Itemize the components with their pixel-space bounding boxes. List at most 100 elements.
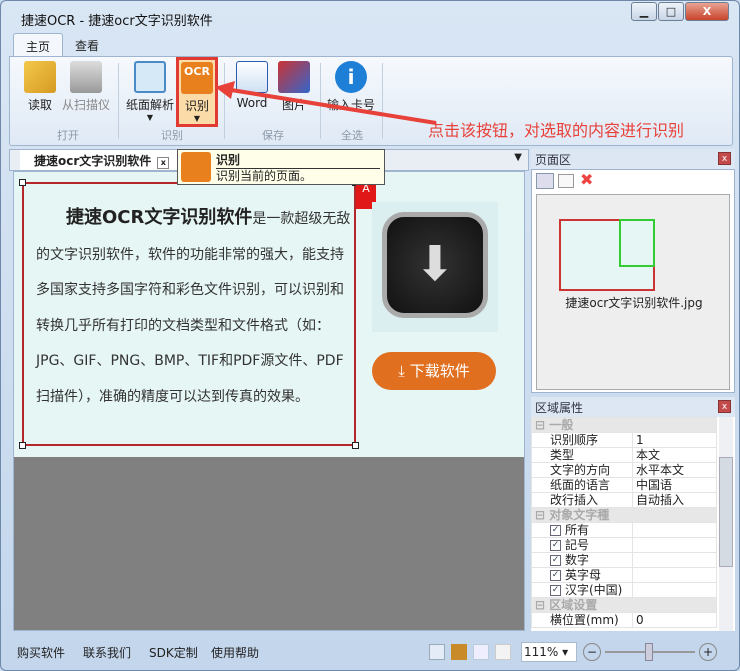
properties-grid[interactable]: ⊟ 一般 识别顺序 1 类型 本文 文字的方向 水平本文 纸面的语言 中国语 改行插入自… (531, 417, 735, 631)
link-help[interactable]: 使用帮助 (211, 644, 259, 661)
property-name: 汉字(中国) (565, 582, 623, 597)
scanner-label: 从扫描仪 (61, 98, 110, 112)
document-text: 捷速OCR文字识别软件是一款超级无敌的文字识别软件，软件的功能非常的强大，能支持… (36, 200, 354, 415)
page-pane-title: 页面区 (535, 153, 572, 167)
annotation-arrow (215, 81, 437, 125)
link-buy[interactable]: 购买软件 (17, 644, 65, 661)
layout-icon (134, 61, 166, 93)
properties-title: 区域属性 (535, 401, 584, 415)
property-row: ✓ 記号 (531, 537, 717, 553)
scanner-icon (70, 61, 102, 93)
tab-view[interactable]: 查看 (63, 33, 111, 57)
page-thumbnail-frame[interactable]: 捷速ocr文字识别软件.jpg (536, 194, 730, 390)
checkbox[interactable]: ✓ (550, 539, 561, 551)
property-value[interactable]: 1 (632, 432, 717, 448)
download-icon: ⬇ (382, 212, 488, 318)
document-page: 捷速OCR文字识别软件是一款超级无敌的文字识别软件，软件的功能非常的强大，能支持… (14, 172, 524, 457)
download-software-button: ⤓ 下载软件 (372, 352, 496, 390)
page-pane-header: 页面区 x (531, 149, 735, 169)
folder-icon (24, 61, 56, 93)
divider (118, 63, 119, 139)
checkbox[interactable]: ✓ (550, 569, 561, 581)
tab-home[interactable]: 主页 (13, 33, 64, 57)
category-general[interactable]: ⊟ 一般 (531, 417, 717, 433)
property-value[interactable]: 中国语 (632, 477, 717, 493)
zoom-slider-thumb[interactable] (645, 643, 653, 661)
tab-list-dropdown-icon[interactable]: ▼ (514, 152, 522, 163)
property-row: ✓ 汉字(中国) (531, 582, 717, 598)
property-name: 改行插入 (531, 492, 633, 508)
property-row: ✓ 英字母 (531, 567, 717, 583)
split-view-icon[interactable] (495, 644, 511, 660)
maximize-button[interactable]: □ (658, 2, 684, 21)
read-button[interactable]: 读取 (20, 61, 60, 113)
property-name: 数字 (565, 552, 590, 567)
tooltip-desc: 识别当前的页面。 (216, 169, 313, 183)
checkbox[interactable]: ✓ (550, 584, 561, 596)
document-heading: 捷速OCR文字识别软件 (66, 207, 253, 228)
thumbnail-zone (619, 219, 655, 267)
checkbox[interactable]: ✓ (550, 554, 561, 566)
app-window: 捷速OCR - 捷速ocr文字识别软件 ▁ □ X 主页 查看 读取 从扫描仪 … (0, 0, 740, 671)
page-icon[interactable] (558, 174, 574, 188)
zoom-in-icon[interactable]: + (699, 643, 717, 661)
download-image: ⬇ (372, 202, 498, 332)
text-view-icon[interactable] (473, 644, 489, 660)
document-body: 是一款超级无敌的文字识别软件，软件的功能非常的强大，能支持多国家支持多国字符和彩… (36, 211, 351, 405)
layout-analysis-button[interactable]: 纸面解析 ▼ (124, 61, 176, 122)
property-value[interactable]: 0 (632, 612, 717, 628)
close-pane-icon[interactable]: x (718, 400, 731, 413)
annotation-text: 点击该按钮，对选取的内容进行识别 (428, 121, 685, 140)
property-name: 英字母 (565, 567, 602, 582)
property-row: 类型 本文 (531, 447, 717, 463)
property-name: 記号 (565, 537, 590, 552)
group-recognize: 识别 (161, 129, 183, 142)
group-open: 打开 (57, 129, 79, 142)
resize-handle[interactable] (19, 442, 26, 449)
page-pane: ✖ 捷速ocr文字识别软件.jpg (531, 169, 735, 393)
category-area[interactable]: ⊟ 区域设置 (531, 597, 717, 613)
zoom-out-icon[interactable]: − (583, 643, 601, 661)
delete-icon[interactable]: ✖ (580, 170, 593, 189)
link-sdk[interactable]: SDK定制 (149, 644, 198, 661)
ocr-icon: OCR (181, 62, 213, 94)
property-value[interactable]: 本文 (632, 447, 717, 463)
status-bar: 购买软件 联系我们 SDK定制 使用帮助 111% ▾ − + (5, 639, 737, 665)
property-value[interactable]: 自动插入 (632, 492, 717, 508)
recognition-zone[interactable]: 捷速OCR文字识别软件是一款超级无敌的文字识别软件，软件的功能非常的强大，能支持… (22, 182, 356, 446)
close-pane-icon[interactable]: x (718, 152, 731, 165)
scanner-button[interactable]: 从扫描仪 (60, 61, 112, 113)
thumbnail-label: 捷速ocr文字识别软件.jpg (565, 296, 703, 310)
document-view[interactable]: 捷速OCR文字识别软件是一款超级无敌的文字识别软件，软件的功能非常的强大，能支持… (13, 171, 525, 631)
property-value[interactable]: 水平本文 (632, 462, 717, 478)
scrollbar-thumb[interactable] (719, 457, 733, 567)
property-name: 横位置(mm) (531, 612, 633, 628)
property-name: 纸面的语言 (531, 477, 633, 493)
close-button[interactable]: X (685, 2, 729, 21)
checkbox[interactable]: ✓ (550, 524, 561, 536)
property-name: 文字的方向 (531, 462, 633, 478)
document-tab[interactable]: 捷速ocr文字识别软件 x (20, 150, 184, 170)
property-row: ✓ 数字 (531, 552, 717, 568)
property-row: 改行插入 自动插入 (531, 492, 717, 508)
right-panes: 页面区 x ✖ 捷速ocr文字识别软件.jpg 区域属性 x ⊟ 一般 识别顺序 1 … (531, 149, 735, 631)
link-contact[interactable]: 联系我们 (83, 644, 131, 661)
window-title: 捷速OCR - 捷速ocr文字识别软件 (21, 14, 213, 29)
thumbnail-view-icon[interactable] (536, 173, 554, 189)
properties-scrollbar[interactable] (719, 417, 733, 631)
document-tab-label: 捷速ocr文字识别软件 (34, 154, 152, 168)
properties-header: 区域属性 x (531, 397, 735, 417)
minimize-button[interactable]: ▁ (631, 2, 657, 21)
property-row: 纸面的语言 中国语 (531, 477, 717, 493)
image-view-icon[interactable] (451, 644, 467, 660)
fit-page-icon[interactable] (429, 644, 445, 660)
property-row: 识别顺序 1 (531, 432, 717, 448)
resize-handle[interactable] (19, 179, 26, 186)
read-label: 读取 (27, 98, 52, 112)
tooltip: 识别 识别当前的页面。 (177, 149, 385, 185)
close-tab-icon[interactable]: x (157, 157, 170, 169)
resize-handle[interactable] (352, 442, 359, 449)
category-char-types[interactable]: ⊟ 对象文字種 (531, 507, 717, 523)
category-label: 区域设置 (549, 597, 598, 612)
zoom-select[interactable]: 111% ▾ (521, 642, 577, 662)
